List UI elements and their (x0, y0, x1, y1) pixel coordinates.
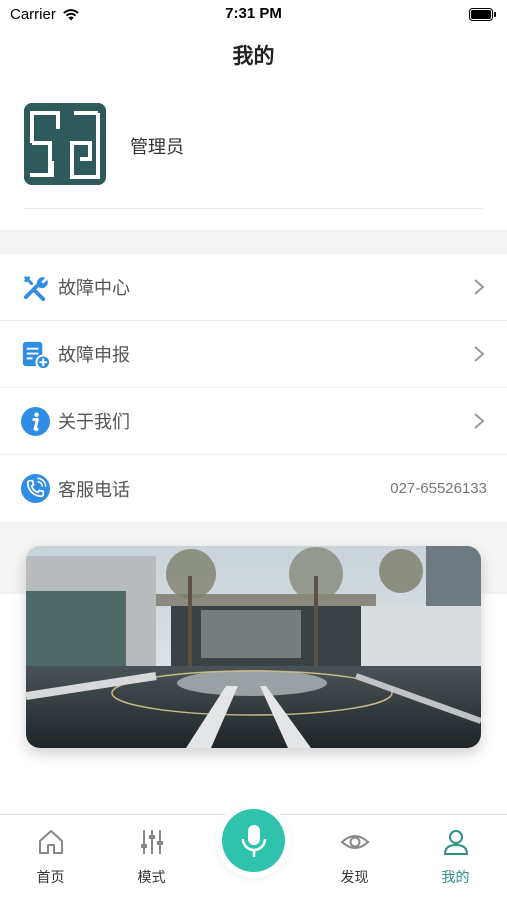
tab-label: 首页 (36, 870, 65, 886)
menu-item-customer-phone[interactable]: 客服电话 027-65526133 (0, 455, 507, 522)
tab-label: 发现 (340, 870, 369, 886)
voice-button[interactable] (222, 809, 285, 872)
status-time: 7:31 PM (225, 5, 282, 22)
report-icon (22, 341, 51, 370)
logo-icon (24, 103, 106, 185)
avatar[interactable] (24, 103, 106, 185)
menu-item-label: 关于我们 (58, 412, 130, 433)
menu-item-about-us[interactable]: 关于我们 (0, 388, 507, 455)
tab-label: 模式 (137, 870, 166, 886)
menu-item-label: 故障申报 (58, 345, 130, 366)
menu-item-fault-report[interactable]: 故障申报 (0, 321, 507, 388)
menu-item-label: 故障中心 (58, 278, 130, 299)
tab-label: 我的 (441, 870, 470, 886)
phone-icon (20, 473, 51, 504)
battery-icon (469, 8, 496, 21)
tab-mine[interactable]: 我的 (405, 815, 506, 900)
section-separator (0, 230, 507, 254)
microphone-icon (241, 824, 266, 857)
username: 管理员 (130, 137, 184, 158)
chevron-right-icon (474, 279, 485, 295)
info-icon (20, 406, 51, 437)
status-bar: Carrier 7:31 PM (0, 0, 507, 30)
profile-section: 管理员 (0, 90, 507, 230)
tools-icon (23, 276, 48, 302)
menu-item-fault-center[interactable]: 故障中心 (0, 254, 507, 321)
phone-number[interactable]: 027-65526133 (390, 480, 487, 497)
menu-item-label: 客服电话 (58, 479, 130, 501)
home-icon (39, 830, 63, 854)
user-icon (444, 830, 468, 855)
tab-mode[interactable]: 模式 (101, 815, 202, 900)
tab-discover[interactable]: 发现 (304, 815, 405, 900)
chevron-right-icon (474, 346, 485, 362)
banner-image[interactable] (26, 546, 481, 748)
menu-list: 故障中心 故障申报 关于我们 客服电话 027-65526133 (0, 254, 507, 522)
tab-home[interactable]: 首页 (0, 815, 101, 900)
page-title: 我的 (232, 44, 275, 68)
building-photo (26, 546, 481, 748)
divider (24, 208, 483, 209)
eye-icon (340, 835, 370, 849)
sliders-icon (141, 830, 163, 854)
chevron-right-icon (474, 413, 485, 429)
